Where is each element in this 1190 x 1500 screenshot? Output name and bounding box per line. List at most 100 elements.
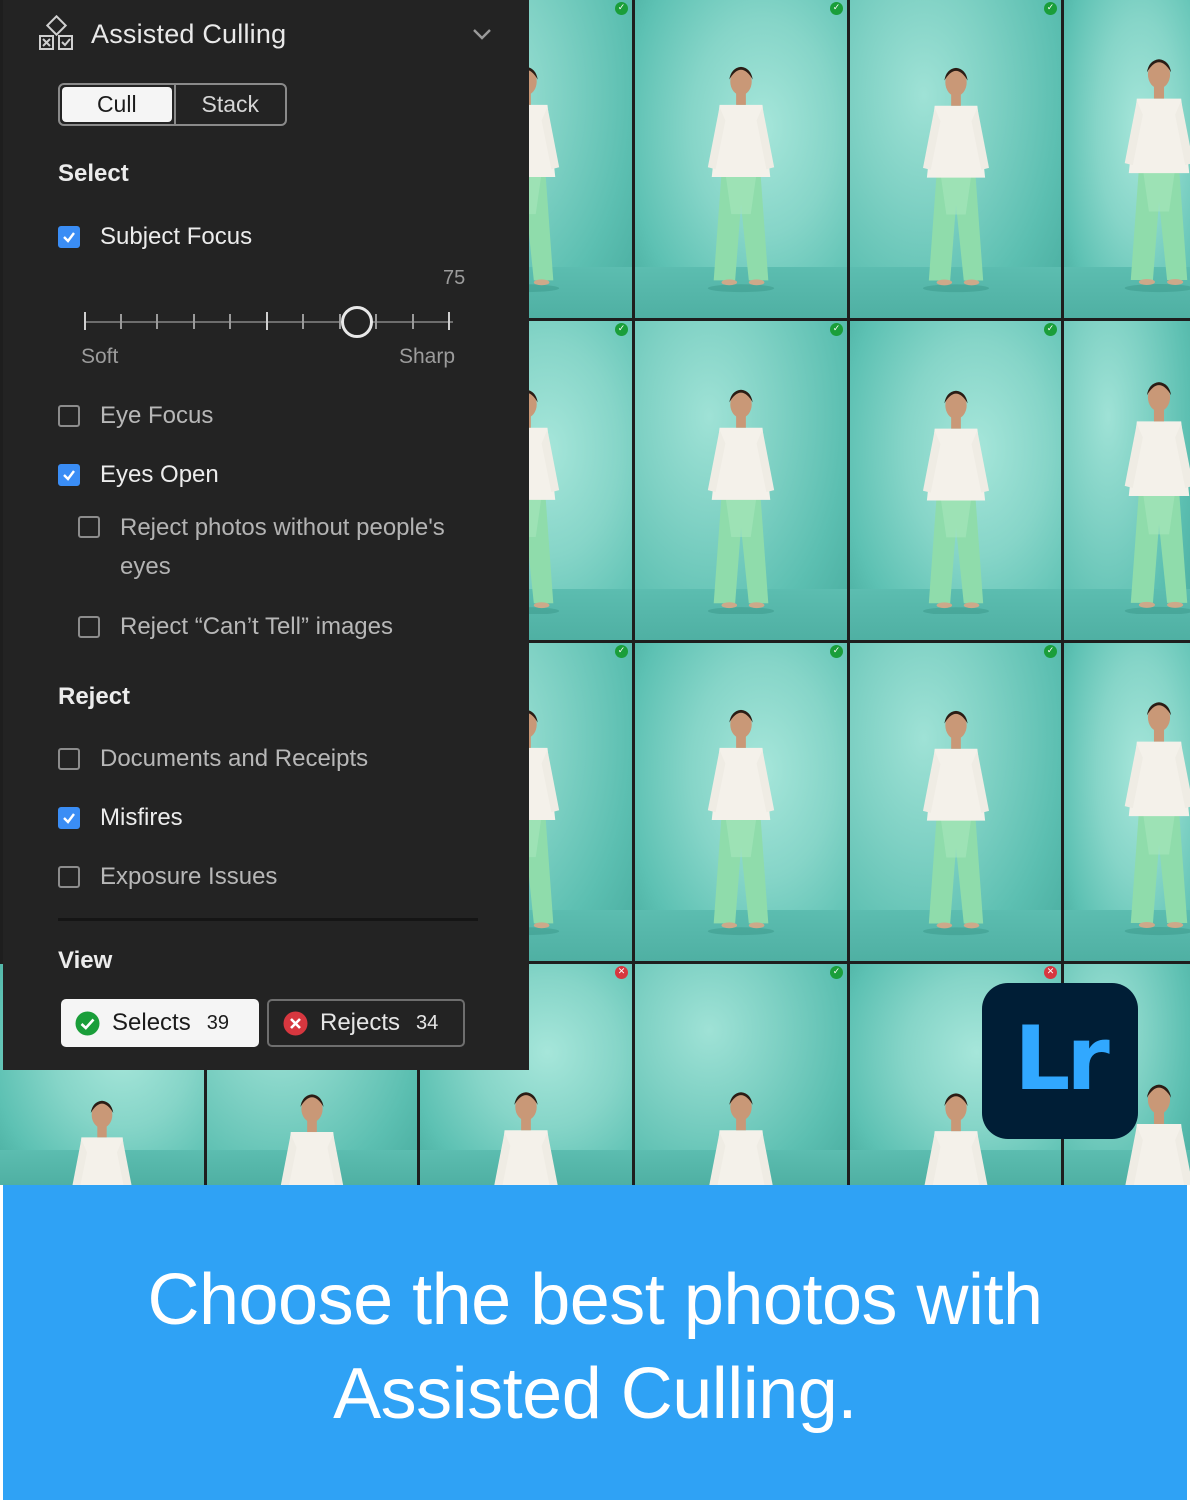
banner-line-1: Choose the best photos with: [147, 1259, 1043, 1340]
misfires-option[interactable]: Misfires: [58, 804, 183, 832]
slider-max-label: Sharp: [399, 345, 456, 368]
focus-slider-value: 75: [443, 267, 466, 289]
reject-badge-icon: ✕: [1044, 966, 1057, 979]
view-section-heading: View: [58, 947, 113, 974]
rejects-count: 34: [416, 1011, 439, 1034]
reject-badge-icon: ✕: [615, 966, 628, 979]
eye-focus-checkbox[interactable]: [58, 405, 80, 427]
rejects-filter-button[interactable]: Rejects 34: [267, 999, 465, 1047]
subject-focus-option[interactable]: Subject Focus: [58, 223, 252, 251]
reject-cant-tell-label: Reject “Can’t Tell” images: [120, 613, 393, 640]
eyes-open-checkbox[interactable]: [58, 464, 80, 486]
slider-tick: [266, 312, 268, 330]
collapse-chevron-icon[interactable]: [471, 26, 493, 42]
reject-no-eyes-label-line1: Reject photos without people's: [120, 514, 445, 541]
slider-tick: [229, 314, 231, 329]
person-figure: [692, 25, 790, 293]
documents-receipts-label: Documents and Receipts: [100, 745, 369, 772]
slider-tick: [412, 314, 414, 329]
photo-thumbnail[interactable]: [1064, 0, 1190, 318]
photo-thumbnail[interactable]: ✓: [635, 321, 847, 640]
person-figure: [907, 25, 1004, 293]
documents-receipts-option[interactable]: Documents and Receipts: [58, 745, 368, 773]
photo-thumbnail[interactable]: ✓: [850, 321, 1061, 640]
misfires-checkbox[interactable]: [58, 807, 80, 829]
slider-tick: [448, 312, 450, 330]
reject-cant-tell-option[interactable]: Reject “Can’t Tell” images: [78, 613, 393, 641]
reject-no-eyes-label-line2: eyes: [120, 553, 171, 580]
select-badge-icon: ✓: [1044, 323, 1057, 336]
select-badge-icon: ✓: [1044, 2, 1057, 15]
selects-label: Selects: [112, 1009, 191, 1036]
lightroom-logo: Lr: [982, 983, 1138, 1139]
select-badge-icon: ✓: [615, 323, 628, 336]
panel-header: Assisted Culling: [37, 14, 286, 54]
slider-tick: [375, 314, 377, 329]
photo-thumbnail[interactable]: ✓: [850, 643, 1061, 961]
select-badge-icon: ✓: [1044, 645, 1057, 658]
subject-focus-checkbox[interactable]: [58, 226, 80, 248]
mode-segmented-control: Cull Stack: [58, 83, 287, 126]
check-circle-icon: [75, 1011, 100, 1035]
eye-focus-label: Eye Focus: [100, 402, 214, 429]
photo-thumbnail[interactable]: ✓: [635, 0, 847, 318]
eyes-open-option[interactable]: Eyes Open: [58, 461, 219, 489]
assisted-culling-panel: Assisted Culling Cull Stack Select Subje…: [3, 0, 529, 1070]
promo-banner: Choose the best photos with Assisted Cul…: [3, 1185, 1187, 1500]
person-figure: [692, 347, 790, 615]
eyes-open-label: Eyes Open: [100, 461, 219, 488]
person-figure: [692, 986, 790, 1185]
reject-cant-tell-checkbox[interactable]: [78, 616, 100, 638]
slider-tick: [156, 314, 158, 329]
reject-no-eyes-label: Reject photos without people's eyes: [120, 508, 445, 586]
focus-sensitivity-slider[interactable]: [81, 300, 456, 340]
person-figure: [1108, 347, 1190, 615]
select-badge-icon: ✓: [615, 2, 628, 15]
slider-track: [84, 321, 453, 323]
exposure-issues-option[interactable]: Exposure Issues: [58, 863, 277, 891]
exposure-issues-checkbox[interactable]: [58, 866, 80, 888]
person-figure: [1108, 668, 1190, 936]
slider-tick: [193, 314, 195, 329]
photo-thumbnail[interactable]: [1064, 321, 1190, 640]
person-figure: [692, 668, 790, 936]
slider-tick: [302, 314, 304, 329]
select-badge-icon: ✓: [615, 645, 628, 658]
person-figure: [907, 668, 1004, 936]
section-divider: [58, 918, 478, 921]
tab-cull[interactable]: Cull: [62, 87, 172, 122]
documents-receipts-checkbox[interactable]: [58, 748, 80, 770]
photo-thumbnail[interactable]: ✓: [850, 0, 1061, 318]
slider-min-label: Soft: [81, 345, 119, 368]
misfires-label: Misfires: [100, 804, 183, 831]
banner-line-2: Assisted Culling.: [333, 1353, 857, 1434]
photo-thumbnail[interactable]: ✓: [635, 643, 847, 961]
photo-thumbnail[interactable]: ✓: [635, 964, 847, 1185]
slider-tick: [84, 312, 86, 330]
assisted-culling-icon: [39, 14, 73, 50]
exposure-issues-label: Exposure Issues: [100, 863, 278, 890]
selects-count: 39: [206, 1011, 229, 1034]
select-badge-icon: ✓: [830, 2, 843, 15]
panel-title: Assisted Culling: [91, 18, 287, 49]
logo-text: Lr: [1014, 1006, 1110, 1110]
person-figure: [907, 347, 1004, 615]
rejects-label: Rejects: [320, 1009, 401, 1036]
slider-thumb[interactable]: [341, 306, 373, 338]
selects-filter-button[interactable]: Selects 39: [61, 999, 259, 1047]
reject-section-heading: Reject: [58, 683, 131, 710]
subject-focus-label: Subject Focus: [100, 223, 253, 250]
eye-focus-option[interactable]: Eye Focus: [58, 402, 213, 430]
reject-no-eyes-option[interactable]: Reject photos without people's eyes: [78, 508, 445, 586]
reject-no-eyes-checkbox[interactable]: [78, 516, 100, 538]
select-badge-icon: ✓: [830, 323, 843, 336]
person-figure: [1108, 25, 1190, 293]
slider-tick: [120, 314, 122, 329]
select-section-heading: Select: [58, 160, 129, 187]
select-badge-icon: ✓: [830, 645, 843, 658]
photo-thumbnail[interactable]: [1064, 643, 1190, 961]
tab-stack[interactable]: Stack: [173, 85, 286, 124]
banner-headline: Choose the best photos with Assisted Cul…: [147, 1245, 1043, 1441]
x-circle-icon: [283, 1011, 308, 1035]
select-badge-icon: ✓: [830, 966, 843, 979]
